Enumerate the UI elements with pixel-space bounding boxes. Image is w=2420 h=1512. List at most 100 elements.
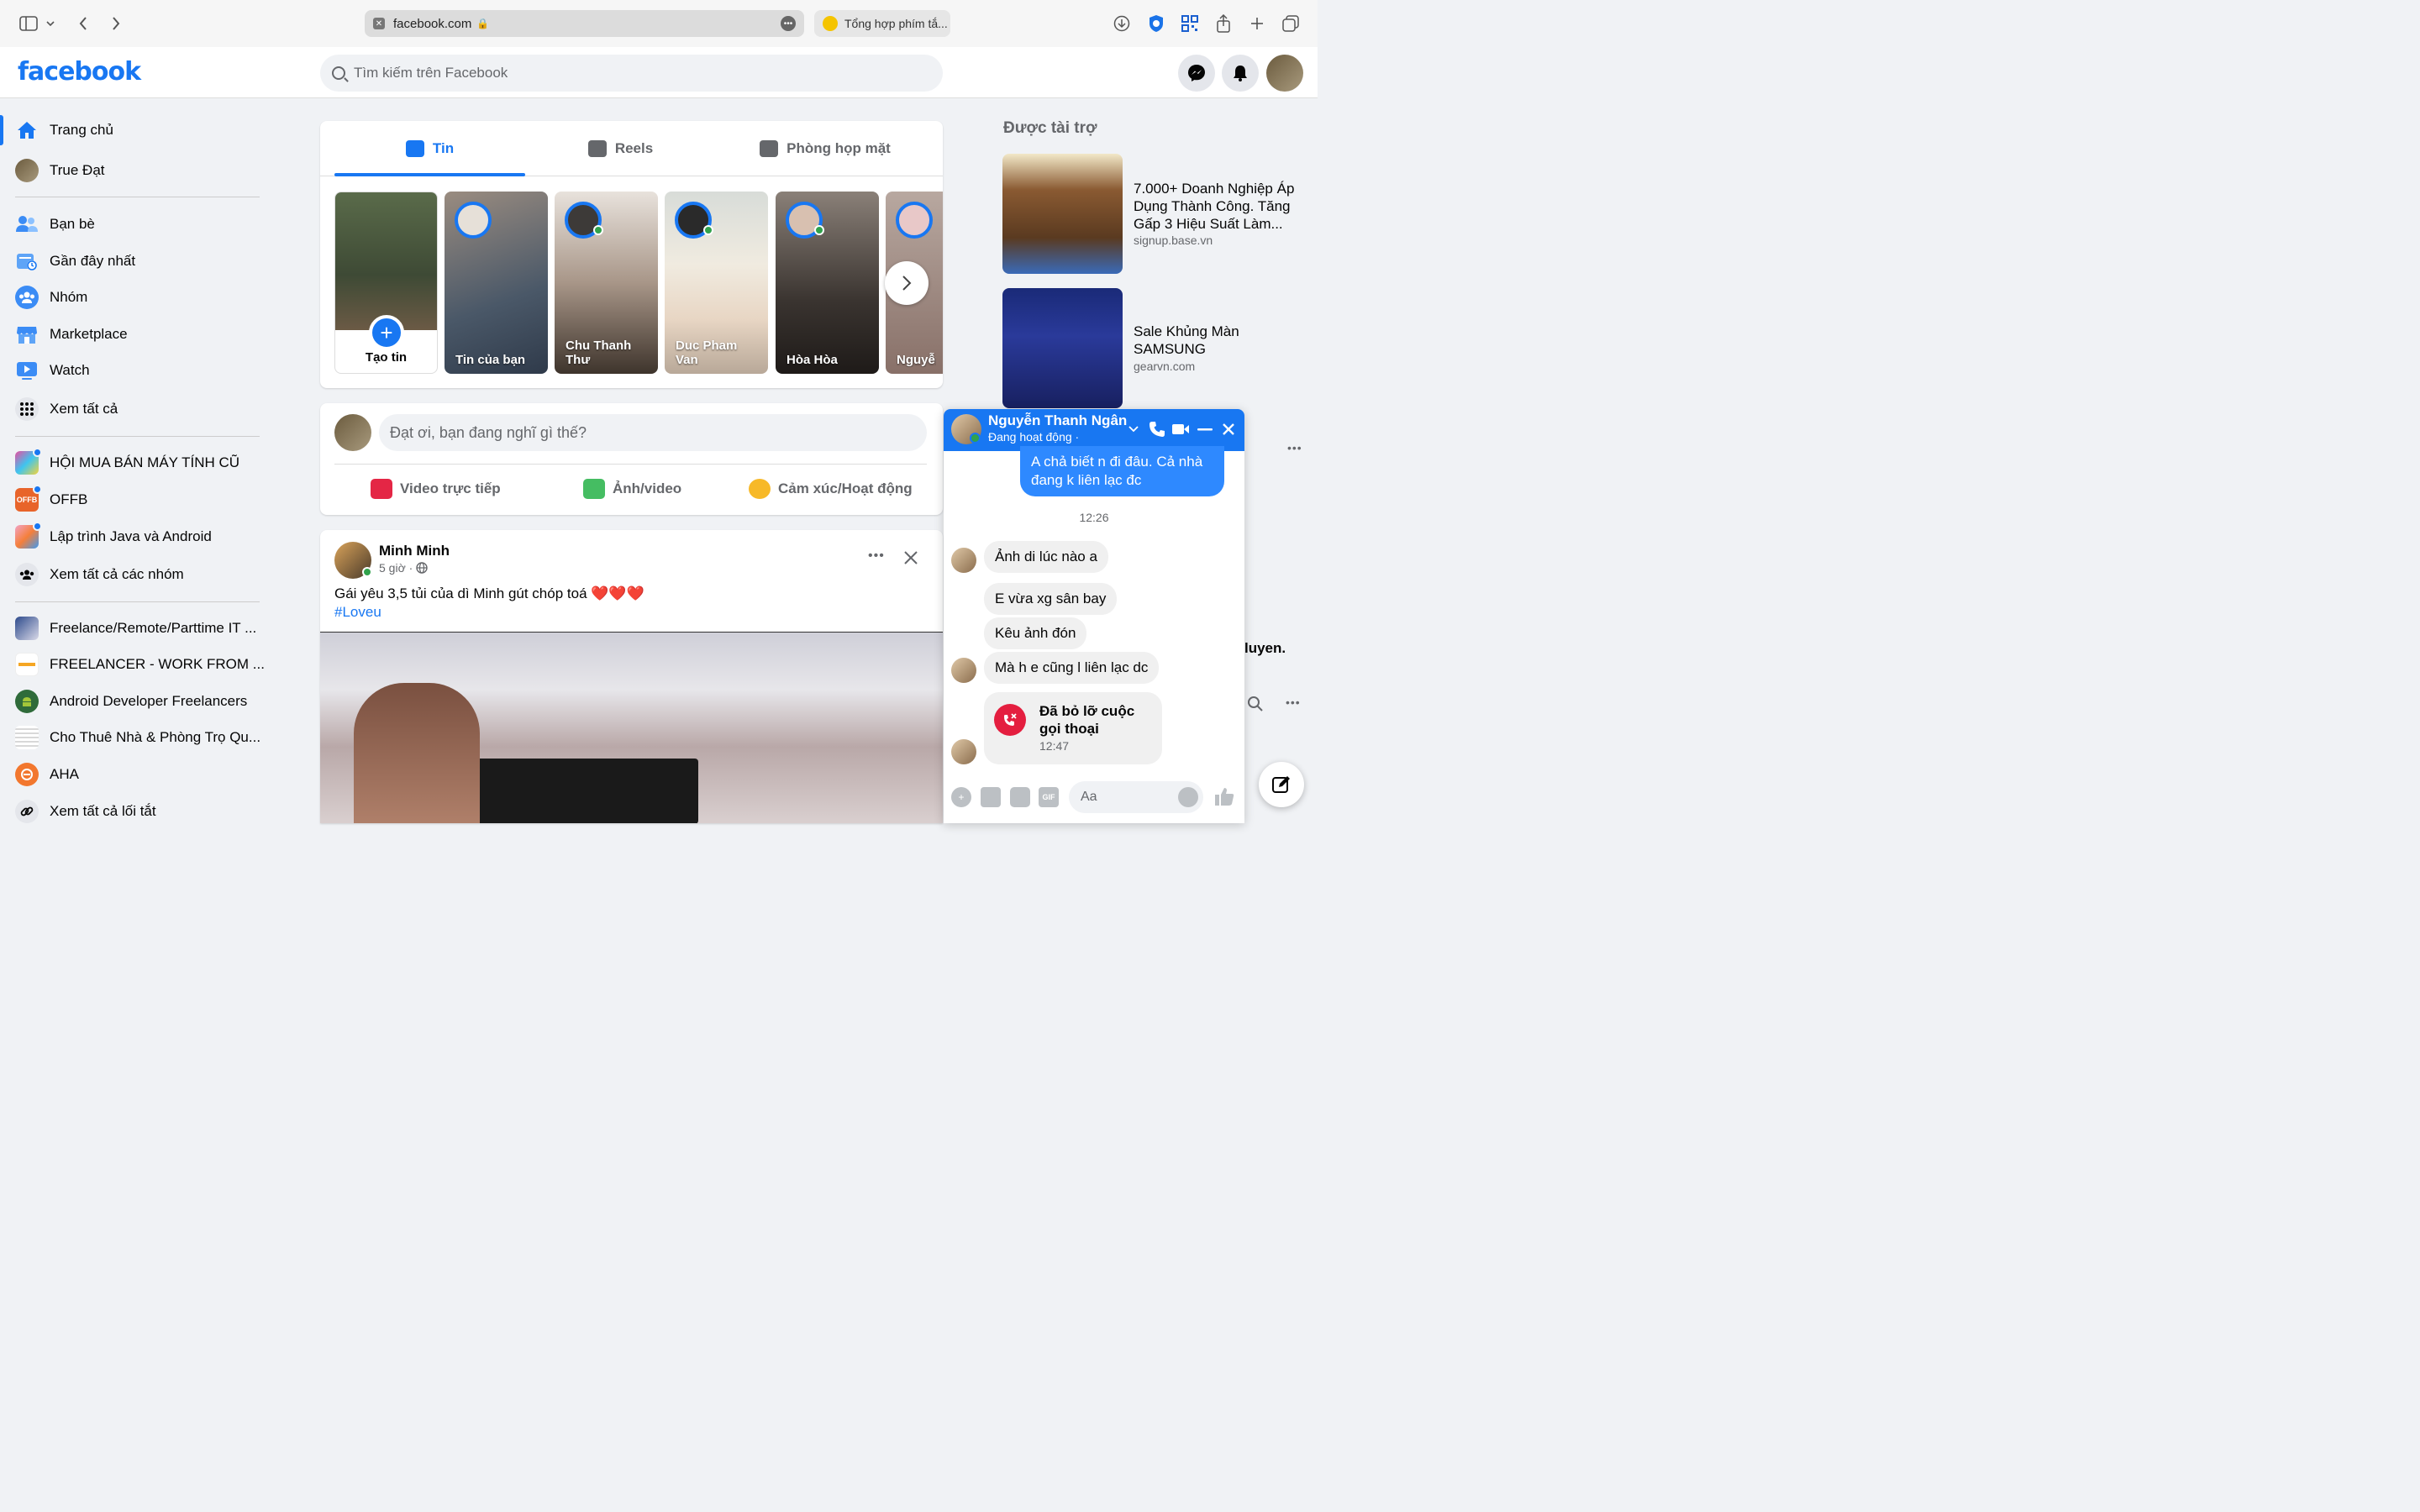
post-time[interactable]: 5 giờ · [379, 561, 413, 575]
stories-next-button[interactable] [885, 261, 929, 305]
story-card[interactable]: Chu Thanh Thư [555, 192, 658, 374]
chevron-down-icon[interactable] [1123, 419, 1144, 439]
sidebar-shortcut-item[interactable]: Android Developer Freelancers [15, 685, 267, 718]
feeling-activity-button[interactable]: Cảm xúc/Hoạt động [749, 474, 913, 504]
search-icon [332, 66, 345, 80]
sidebar-item-all-shortcuts[interactable]: Xem tất cả lối tắt [15, 795, 267, 828]
sidebar-shortcut-item[interactable]: FREELANCER - WORK FROM ... [15, 648, 267, 681]
left-sidebar: Trang chủ True Đạt Bạn bè Gần đây nhất N… [0, 98, 277, 823]
phone-icon[interactable] [1147, 419, 1167, 439]
extension-shield-icon[interactable] [1144, 12, 1168, 35]
post-video[interactable] [320, 632, 943, 823]
post-hashtag[interactable]: #Loveu [334, 604, 381, 621]
download-icon[interactable] [1110, 12, 1134, 35]
photo-video-button[interactable]: Ảnh/video [583, 474, 681, 504]
tab-overview-icon[interactable] [1279, 12, 1302, 35]
qr-code-icon[interactable] [1178, 12, 1202, 35]
thumbs-up-icon[interactable] [1213, 785, 1235, 811]
post-author[interactable]: Minh Minh [379, 543, 450, 559]
sidebar-item-all-groups[interactable]: Xem tất cả các nhóm [15, 558, 267, 591]
create-story-card[interactable]: + Tạo tin [334, 192, 438, 374]
video-camera-icon [760, 140, 779, 157]
ad-url: gearvn.com [1134, 360, 1196, 373]
online-dot [970, 433, 981, 444]
back-icon[interactable] [71, 12, 95, 35]
address-bar[interactable]: ✕ facebook.com 🔒 ••• [365, 10, 804, 37]
message-received[interactable]: Kêu ảnh đón [984, 617, 1087, 649]
ad-title[interactable]: Sale Khủng Màn SAMSUNG [1134, 323, 1285, 358]
live-video-button[interactable]: Video trực tiếp [371, 474, 501, 504]
missed-call-bubble[interactable]: Đã bỏ lỡ cuộc gọi thoại 12:47 [984, 692, 1162, 764]
tab-stories[interactable]: Tin [334, 121, 525, 176]
more-icon[interactable]: ••• [781, 16, 796, 31]
composer-avatar[interactable] [334, 414, 371, 451]
sender-avatar [951, 739, 976, 764]
close-icon[interactable] [1218, 419, 1239, 439]
chat-composer: + GIF Aa [944, 777, 1244, 823]
minimize-icon[interactable] [1195, 419, 1215, 439]
tab-rooms[interactable]: Phòng họp mặt [716, 121, 934, 176]
sidebar-item-friends[interactable]: Bạn bè [15, 207, 267, 241]
missed-call-text: Đã bỏ lỡ cuộc gọi thoại [1039, 703, 1135, 737]
browser-tab[interactable]: Tổng hợp phím tắ... [814, 10, 950, 37]
aha-icon [15, 763, 39, 786]
sidebar-group-item[interactable]: Lập trình Java và Android [15, 520, 267, 554]
chat-contact-name[interactable]: Nguyễn Thanh Ngân [988, 412, 1127, 429]
plus-circle-icon[interactable]: + [951, 787, 971, 807]
share-icon[interactable] [1212, 12, 1235, 35]
search-icon[interactable] [1247, 696, 1264, 717]
account-avatar[interactable] [1266, 55, 1303, 92]
sidebar-item-profile[interactable]: True Đạt [15, 154, 267, 187]
chat-header[interactable]: Nguyễn Thanh Ngân Đang hoạt động · [944, 409, 1244, 451]
sidebar-toggle-icon[interactable] [17, 12, 40, 35]
emoji-icon[interactable] [1178, 787, 1198, 807]
story-card[interactable]: Duc Pham Van [665, 192, 768, 374]
sidebar-shortcut-item[interactable]: AHA [15, 758, 267, 791]
forward-icon[interactable] [104, 12, 128, 35]
chevron-down-icon[interactable] [42, 12, 59, 35]
ad-image[interactable] [1002, 288, 1123, 408]
search-input[interactable]: Tìm kiếm trên Facebook [320, 55, 943, 92]
gif-icon[interactable]: GIF [1039, 787, 1059, 807]
video-call-icon[interactable] [1171, 419, 1191, 439]
ad-image[interactable] [1002, 154, 1123, 274]
story-card[interactable]: Hòa Hòa [776, 192, 879, 374]
browser-toolbar: ✕ facebook.com 🔒 ••• Tổng hợp phím tắ... [0, 0, 1318, 47]
composer-input[interactable]: Đạt ơi, bạn đang nghĩ gì thế? [379, 414, 927, 451]
sidebar-shortcut-item[interactable]: Freelance/Remote/Parttime IT ... [15, 612, 267, 645]
sidebar-item-recent[interactable]: Gần đây nhất [15, 244, 267, 278]
post-more-icon[interactable]: ••• [868, 549, 885, 564]
message-sent[interactable]: A chả biết n đi đâu. Cả nhà đang k liên … [1020, 446, 1224, 496]
message-received[interactable]: Ảnh di lúc nào a [984, 541, 1108, 573]
sidebar-shortcut-item[interactable]: Cho Thuê Nhà & Phòng Trọ Qu... [15, 721, 267, 754]
sticker-icon[interactable] [1010, 787, 1030, 807]
new-message-button[interactable] [1259, 762, 1304, 807]
story-card[interactable]: Tin của bạn [445, 192, 548, 374]
video-frame [463, 759, 698, 823]
sender-avatar [951, 658, 976, 683]
sidebar-item-watch[interactable]: Watch [15, 354, 267, 387]
more-icon[interactable]: ••• [1286, 696, 1301, 709]
ad-title[interactable]: 7.000+ Doanh Nghiệp Áp Dụng Thành Công. … [1134, 180, 1306, 233]
sidebar-item-marketplace[interactable]: Marketplace [15, 318, 267, 351]
post-meta: 5 giờ · [379, 561, 429, 575]
new-tab-icon[interactable] [1245, 12, 1269, 35]
post-close-icon[interactable] [902, 549, 919, 570]
search-placeholder: Tìm kiếm trên Facebook [354, 65, 508, 81]
image-icon[interactable] [981, 787, 1001, 807]
sidebar-item-groups[interactable]: Nhóm [15, 281, 267, 314]
sidebar-item-see-all[interactable]: Xem tất cả [15, 392, 267, 426]
message-received[interactable]: E vừa xg sân bay [984, 583, 1118, 615]
lock-icon: 🔒 [476, 18, 490, 29]
notifications-button[interactable] [1222, 55, 1259, 92]
message-received[interactable]: Mà h e cũng l liên lạc dc [984, 652, 1160, 684]
sidebar-group-item[interactable]: HỘI MUA BÁN MÁY TÍNH CŨ [15, 446, 267, 480]
sidebar-item-home[interactable]: Trang chủ [15, 113, 267, 147]
groups-icon [15, 286, 39, 309]
tab-reels[interactable]: Reels [525, 121, 716, 176]
video-frame [354, 683, 480, 823]
more-icon[interactable]: ••• [1287, 441, 1302, 454]
facebook-logo[interactable]: facebook [18, 57, 141, 87]
sidebar-group-item[interactable]: OFFB OFFB [15, 483, 267, 517]
messenger-button[interactable] [1178, 55, 1215, 92]
